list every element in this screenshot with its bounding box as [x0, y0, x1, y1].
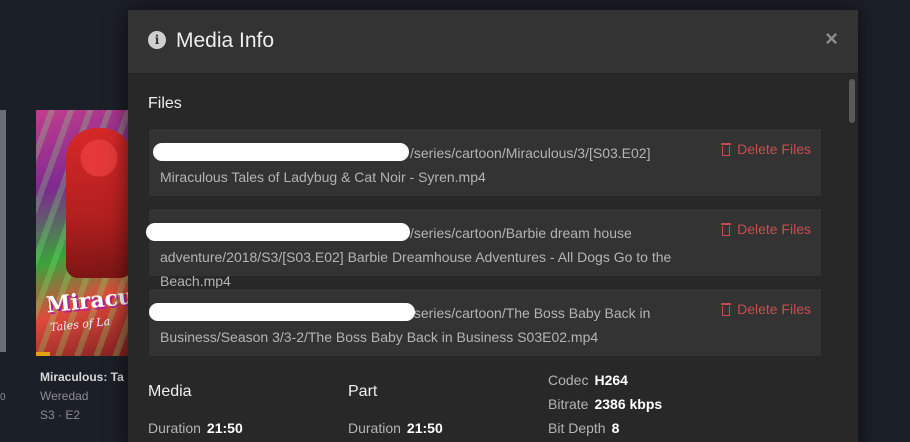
- dialog-scrollbar[interactable]: [846, 75, 858, 442]
- redacted-path-prefix: [149, 303, 415, 321]
- watch-progress-bar: [36, 352, 50, 356]
- trash-icon: [721, 143, 732, 156]
- dialog-header: i Media Info ×: [128, 10, 858, 74]
- video-bit-depth: Bit Depth 8: [548, 420, 620, 436]
- trash-icon: [721, 223, 732, 236]
- background-poster-edge: [0, 110, 6, 352]
- redacted-path-prefix: [153, 143, 409, 161]
- part-duration: Duration 21:50: [348, 420, 443, 436]
- file-row: /series/cartoon/Barbie dream house adven…: [146, 208, 822, 289]
- background-poster[interactable]: Miracu Tales of La: [36, 110, 136, 356]
- background-item-subtitle[interactable]: Weredad: [40, 389, 88, 403]
- delete-files-button[interactable]: Delete Files: [721, 301, 811, 317]
- poster-character: [66, 128, 132, 278]
- media-heading: Media: [148, 383, 192, 400]
- scrollbar-thumb[interactable]: [849, 79, 855, 123]
- file-row: /series/cartoon/Miraculous/3/[S03.E02] M…: [148, 128, 822, 197]
- background-item-episode: S3 · E2: [40, 408, 81, 422]
- dialog-body: Files /series/cartoon/Miraculous/3/[S03.…: [128, 75, 846, 442]
- info-icon: i: [148, 31, 166, 49]
- media-duration: Duration 21:50: [148, 420, 243, 436]
- background-item-title[interactable]: Miraculous: Ta: [40, 370, 130, 384]
- video-codec: Codec H264: [548, 372, 628, 388]
- file-row: /series/cartoon/The Boss Baby Back in Bu…: [148, 288, 822, 357]
- delete-files-button[interactable]: Delete Files: [721, 141, 811, 157]
- redacted-path-prefix: [146, 223, 410, 241]
- files-heading: Files: [148, 95, 182, 112]
- background-marker: 0: [0, 392, 6, 403]
- dialog-title: Media Info: [176, 29, 275, 52]
- trash-icon: [721, 303, 732, 316]
- part-heading: Part: [348, 383, 378, 400]
- media-info-dialog: i Media Info × Files /series/cartoon/Mir…: [128, 10, 858, 442]
- delete-files-button[interactable]: Delete Files: [721, 221, 811, 237]
- close-icon[interactable]: ×: [825, 28, 838, 50]
- video-bitrate: Bitrate 2386 kbps: [548, 396, 663, 412]
